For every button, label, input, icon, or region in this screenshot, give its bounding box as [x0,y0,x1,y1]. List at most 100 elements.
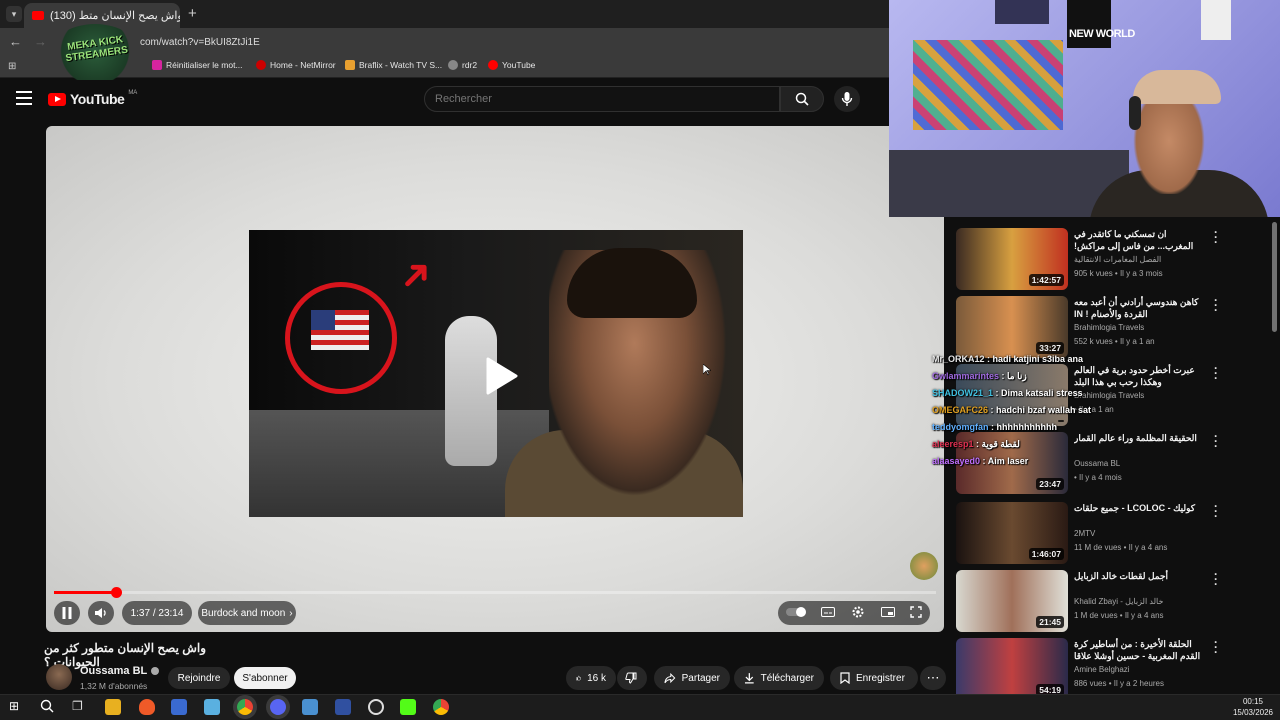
apps-grid-icon[interactable]: ⊞ [8,61,16,72]
sidebar-scrollbar[interactable] [1272,222,1277,332]
scrubber-handle[interactable] [110,587,122,598]
chat-message: OMEGAFC26 : hadchi bzaf wallah sat [932,405,1091,415]
tab-search-button[interactable]: ▾ [6,6,22,22]
tab-title: (130) واش يصح الإنسان متط [50,10,180,22]
chat-message: aleeresp1 : لقطة قوية [932,439,1020,450]
miniplayer-icon[interactable] [880,606,895,620]
download-icon [744,673,754,684]
app-icon[interactable] [302,699,318,715]
globe-icon [448,60,458,70]
more-vert-icon[interactable]: · · · [1214,636,1218,658]
chrome-icon[interactable] [433,699,449,715]
video-thumbnail: 1:42:57 [956,228,1068,290]
recommended-video[interactable]: 54:19 الحلقة الأخيرة : من أساطير كرة الق… [956,636,1272,700]
search-input[interactable] [424,86,780,112]
forward-arrow-icon[interactable]: → [34,34,47,49]
progress-bar[interactable] [54,587,936,598]
chat-separator: : [993,388,1002,398]
chapter-button[interactable]: Burdock and moon › [198,601,296,625]
video-thumbnail: 21:45 [956,570,1068,632]
kick-icon[interactable] [400,699,416,715]
bookmark-item[interactable]: Réinitialiser le mot... [152,60,243,70]
bookmark-item[interactable]: rdr2 [448,60,477,70]
youtube-logo[interactable]: YouTube MA [48,90,138,107]
microphone-icon [841,92,853,106]
channel-avatar[interactable] [46,664,72,690]
new-tab-button[interactable]: + [188,5,197,22]
verified-badge-icon [151,667,160,675]
fullscreen-icon[interactable] [910,605,922,621]
join-button[interactable]: Rejoindre [168,667,230,689]
bookmark-item[interactable]: Home - NetMirror [256,60,336,70]
settings-gear-icon[interactable] [851,605,865,622]
chat-separator: : [999,371,1008,381]
chat-text: Dima katsali stress [1001,388,1083,398]
dislike-button[interactable] [617,666,647,690]
brave-browser-icon[interactable] [139,699,155,715]
save-button[interactable]: Enregistrer [830,666,918,690]
time-display: 1:37 / 23:14 [122,601,192,625]
bookmark-item[interactable]: YouTube [488,60,535,70]
store-icon[interactable] [171,699,187,715]
chat-username: alaasayed0 [932,456,981,466]
file-explorer-icon[interactable] [105,699,121,715]
share-button[interactable]: Partager [654,666,730,690]
discord-icon[interactable] [270,699,286,715]
instagram-icon [152,60,162,70]
search-icon[interactable] [40,699,56,715]
more-vert-icon[interactable]: · · · [1214,568,1218,590]
bookmark-item[interactable]: Braflix - Watch TV S... [345,60,442,70]
more-vert-icon[interactable]: · · · [1214,226,1218,248]
autoplay-toggle[interactable] [785,606,806,620]
obs-icon[interactable] [368,699,384,715]
poster [995,0,1049,24]
windows-start-icon[interactable]: ⊞ [9,699,25,715]
pause-button[interactable] [54,601,80,625]
streamer-logo: MEKA KICK STREAMERS [50,24,140,84]
back-arrow-icon[interactable]: ← [9,34,22,49]
video-thumbnail: 33:27 [956,296,1068,358]
more-vert-icon[interactable]: · · · [1214,362,1218,384]
recommended-video[interactable]: 21:45 أجمل لقطات خالد الزبايل Khalid Zba… [956,568,1272,632]
chat-message: alaasayed0 : Aim laser [932,456,1028,466]
recommended-video[interactable]: 1:42:57 ان تمسكني ما كاتقدر في المغرب...… [956,226,1272,290]
recommended-video[interactable]: 33:27 كاهن هندوسي أرادني أن أعبد معه الق… [956,294,1272,358]
more-vert-icon[interactable]: · · · [1214,430,1218,452]
search-icon [795,92,809,106]
chat-separator: : [988,405,997,415]
chat-separator: : [980,456,988,466]
chat-text: hhhhhhhhhhh [996,422,1057,432]
chat-text: زنا ما [1007,371,1027,381]
video-thumbnail: 1:46:07 [956,502,1068,564]
channel-watermark[interactable] [910,552,938,580]
country-code: MA [128,90,138,96]
chat-message: SHADOW21_1 : Dima katsali stress [932,388,1083,398]
system-clock[interactable]: 00:15 15/03/2026 [1226,696,1280,718]
app-icon[interactable] [335,699,351,715]
progress-played [54,591,116,594]
headset [1129,96,1141,130]
subtitles-icon[interactable] [821,606,836,620]
subscribe-button[interactable]: S'abonner [234,667,296,689]
task-view-icon[interactable]: ❐ [72,699,88,715]
youtube-favicon-icon [32,11,44,20]
voice-search-button[interactable] [834,86,860,112]
channel-name[interactable]: Oussama BL [80,665,160,677]
more-vert-icon[interactable]: · · · [1214,294,1218,316]
poster [1067,0,1111,48]
app-icon[interactable] [204,699,220,715]
chrome-icon[interactable] [237,699,253,715]
more-actions-button[interactable]: ⋯ [920,666,946,690]
chapter-title: Burdock and moon [201,607,286,619]
download-button[interactable]: Télécharger [734,666,824,690]
recommended-video[interactable]: 1:46:07 كوليك - LCOLOC - جميع حلقات 2MTV… [956,500,1272,564]
volume-icon [95,608,106,618]
play-overlay-icon[interactable] [478,355,520,397]
search-button[interactable] [780,86,824,112]
menu-hamburger-icon[interactable] [16,91,32,105]
url-field[interactable]: com/watch?v=BkUI8ZtJi1E [140,37,260,48]
more-vert-icon[interactable]: · · · [1214,500,1218,522]
volume-button[interactable] [88,601,114,625]
like-button[interactable]: 16 k [566,666,616,690]
youtube-icon [488,60,498,70]
